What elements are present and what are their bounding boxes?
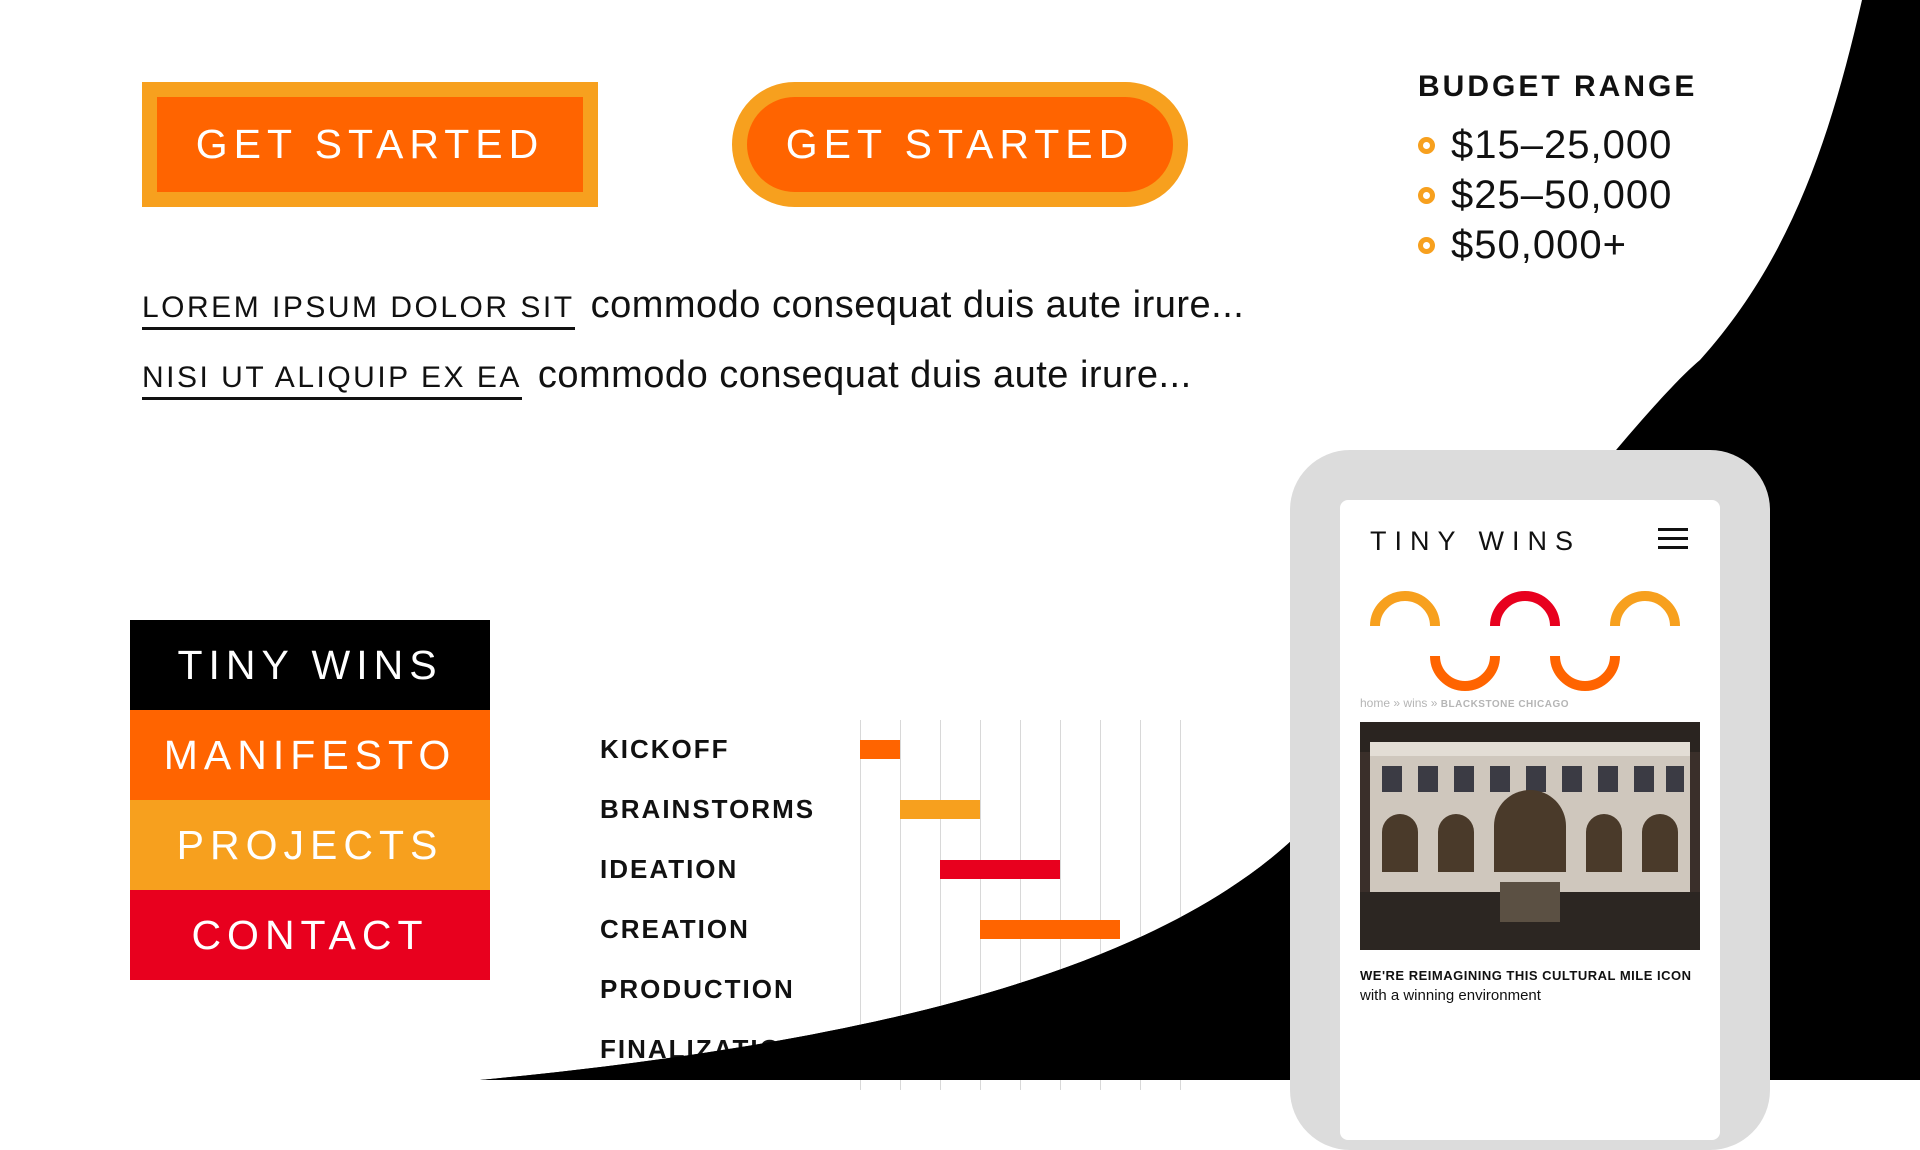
budget-option-label: $25–50,000 xyxy=(1451,172,1673,217)
get-started-button-rect[interactable]: GET STARTED xyxy=(142,82,598,207)
phase-label: FINALIZATION xyxy=(600,1034,803,1064)
inline-link[interactable]: LOREM IPSUM DOLOR SIT xyxy=(142,291,575,330)
radio-icon[interactable] xyxy=(1418,136,1435,154)
text-line-1: LOREM IPSUM DOLOR SIT commodo consequat … xyxy=(142,284,1244,330)
nav-item-projects[interactable]: PROJECTS xyxy=(130,800,490,890)
hamburger-menu-icon[interactable] xyxy=(1658,528,1688,550)
budget-option-1[interactable]: $15–25,000 xyxy=(1418,120,1672,170)
caption-bold: WE'RE REIMAGINING THIS CULTURAL MILE ICO… xyxy=(1360,968,1692,983)
nav-item-contact[interactable]: CONTACT xyxy=(130,890,490,980)
grid-line xyxy=(900,720,901,1090)
nav-menu: TINY WINS MANIFESTO PROJECTS CONTACT xyxy=(130,620,490,980)
inline-link[interactable]: NISI UT ALIQUIP EX EA xyxy=(142,361,522,400)
text-line-2: NISI UT ALIQUIP EX EA commodo consequat … xyxy=(142,354,1192,400)
breadcrumb-wins[interactable]: wins xyxy=(1403,696,1427,710)
grid-line xyxy=(1100,720,1101,1090)
mobile-caption: WE'RE REIMAGINING THIS CULTURAL MILE ICO… xyxy=(1360,966,1700,1006)
grid-line xyxy=(860,720,861,1090)
phase-label: CREATION xyxy=(600,914,750,944)
body-text: commodo consequat duis aute irure... xyxy=(537,354,1192,396)
radio-icon[interactable] xyxy=(1418,186,1435,204)
phase-label: PRODUCTION xyxy=(600,974,795,1004)
nav-item-tiny-wins[interactable]: TINY WINS xyxy=(130,620,490,710)
breadcrumb: home » wins » BLACKSTONE CHICAGO xyxy=(1360,696,1569,710)
grid-line xyxy=(1180,720,1181,1090)
budget-option-3[interactable]: $50,000+ xyxy=(1418,220,1627,270)
phone-mockup: TINY WINS home » wins » BLACKSTONE CHICA… xyxy=(1290,450,1770,1150)
budget-option-2[interactable]: $25–50,000 xyxy=(1418,170,1672,220)
caption-rest: with a winning environment xyxy=(1360,987,1541,1004)
grid-line xyxy=(1060,720,1061,1090)
nav-item-manifesto[interactable]: MANIFESTO xyxy=(130,710,490,800)
wave-logo-icon xyxy=(1370,591,1680,691)
timeline-bar-creation xyxy=(980,920,1120,939)
mobile-brand[interactable]: TINY WINS xyxy=(1370,526,1581,557)
timeline-bar-kickoff xyxy=(860,740,900,759)
breadcrumb-separator: » xyxy=(1393,696,1401,710)
breadcrumb-current: BLACKSTONE CHICAGO xyxy=(1440,699,1570,710)
building-photo xyxy=(1360,722,1700,950)
breadcrumb-home[interactable]: home xyxy=(1360,696,1390,710)
phone-screen: TINY WINS home » wins » BLACKSTONE CHICA… xyxy=(1340,500,1720,1140)
get-started-button-pill[interactable]: GET STARTED xyxy=(732,82,1188,207)
phase-label: KICKOFF xyxy=(600,734,730,764)
phase-label: BRAINSTORMS xyxy=(600,794,816,824)
grid-line xyxy=(940,720,941,1090)
budget-range-title: BUDGET RANGE xyxy=(1418,70,1698,103)
grid-line xyxy=(980,720,981,1090)
budget-option-label: $50,000+ xyxy=(1451,222,1627,267)
phase-label: IDEATION xyxy=(600,854,739,884)
timeline-bar-ideation xyxy=(940,860,1060,879)
grid-line xyxy=(1020,720,1021,1090)
breadcrumb-separator: » xyxy=(1430,696,1438,710)
body-text: commodo consequat duis aute irure... xyxy=(590,284,1245,326)
grid-line xyxy=(1140,720,1141,1090)
timeline-bar-brainstorms xyxy=(900,800,980,819)
radio-icon[interactable] xyxy=(1418,236,1435,254)
budget-option-label: $15–25,000 xyxy=(1451,122,1673,167)
